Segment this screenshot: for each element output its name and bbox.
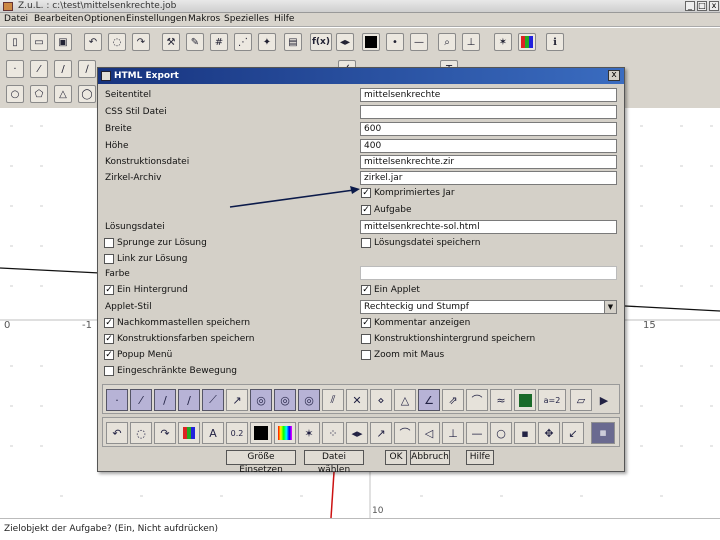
annotation-arrow	[229, 186, 360, 208]
